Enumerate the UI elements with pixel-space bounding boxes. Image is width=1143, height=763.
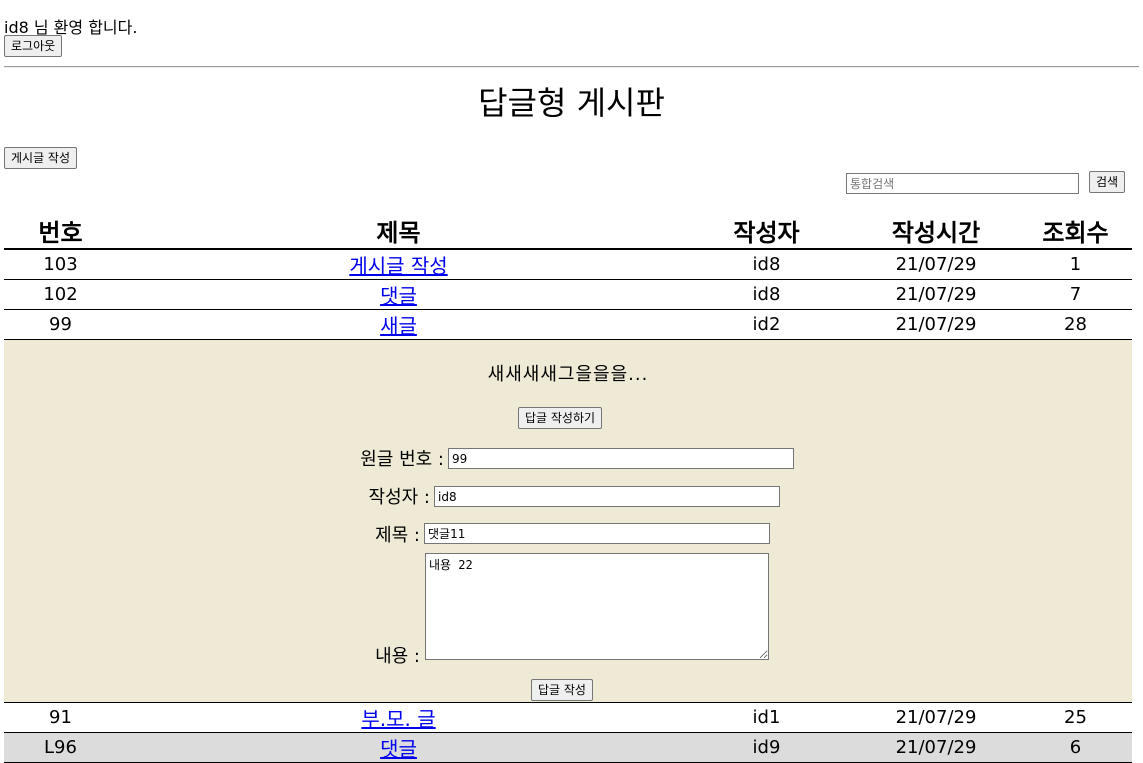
row-views: 25: [1019, 702, 1132, 733]
post-title-link[interactable]: 새글: [380, 314, 417, 338]
board-table: 번호 제목 작성자 작성시간 조회수 103 게시글 작성 id8 21/07/…: [4, 212, 1132, 763]
column-header-number: 번호: [4, 212, 117, 250]
search-input[interactable]: [846, 173, 1079, 194]
write-post-button[interactable]: 게시글 작성: [4, 147, 78, 169]
table-row: 103 게시글 작성 id8 21/07/29 1: [4, 249, 1132, 280]
open-reply-form-button[interactable]: 답글 작성하기: [518, 407, 603, 429]
row-author: id8: [680, 279, 853, 310]
post-title-link[interactable]: 댓글: [380, 737, 417, 761]
table-row: L96 댓글 id9 21/07/29 6: [4, 732, 1132, 763]
row-title-cell: 부.모. 글: [117, 702, 680, 733]
row-author: id9: [680, 732, 853, 763]
column-header-title: 제목: [117, 212, 680, 250]
parent-number-label: 원글 번호 :: [360, 449, 444, 470]
row-title-cell: 게시글 작성: [117, 249, 680, 280]
row-number: 103: [4, 249, 117, 280]
post-title-link[interactable]: 부.모. 글: [361, 707, 435, 731]
row-date: 21/07/29: [853, 279, 1019, 310]
row-title-cell: 댓글: [117, 279, 680, 310]
row-number: L96: [4, 732, 117, 763]
row-number: 99: [4, 309, 117, 340]
row-title-cell: 새글: [117, 309, 680, 340]
expanded-post-cell: 새새새새그을을을... 답글 작성하기 원글 번호 : 작성자 : 제목 : 내…: [4, 339, 1132, 703]
row-author: id1: [680, 702, 853, 733]
row-views: 1: [1019, 249, 1132, 280]
author-label: 작성자 :: [368, 487, 430, 508]
table-header-row: 번호 제목 작성자 작성시간 조회수: [4, 212, 1132, 250]
row-date: 21/07/29: [853, 732, 1019, 763]
expanded-post-row: 새새새새그을을을... 답글 작성하기 원글 번호 : 작성자 : 제목 : 내…: [4, 339, 1132, 703]
row-views: 6: [1019, 732, 1132, 763]
row-views: 28: [1019, 309, 1132, 340]
row-date: 21/07/29: [853, 249, 1019, 280]
table-row: 91 부.모. 글 id1 21/07/29 25: [4, 702, 1132, 733]
parent-number-field[interactable]: [448, 448, 794, 469]
row-author: id8: [680, 249, 853, 280]
table-row: 102 댓글 id8 21/07/29 7: [4, 279, 1132, 310]
row-date: 21/07/29: [853, 309, 1019, 340]
row-number: 91: [4, 702, 117, 733]
row-title-cell: 댓글: [117, 732, 680, 763]
row-author: id2: [680, 309, 853, 340]
page-title: 답글형 게시판: [478, 84, 665, 122]
divider: [4, 66, 1139, 68]
content-textarea[interactable]: 내용 22: [425, 553, 769, 660]
logout-button[interactable]: 로그아웃: [4, 35, 63, 57]
author-field[interactable]: [434, 486, 780, 507]
row-views: 7: [1019, 279, 1132, 310]
column-header-date: 작성시간: [853, 212, 1019, 250]
title-field[interactable]: [424, 523, 770, 544]
post-title-link[interactable]: 댓글: [380, 284, 417, 308]
content-label: 내용 :: [375, 646, 420, 667]
expanded-post-panel: 새새새새그을을을... 답글 작성하기 원글 번호 : 작성자 : 제목 : 내…: [4, 340, 1132, 702]
post-title-link[interactable]: 게시글 작성: [349, 254, 447, 278]
column-header-views: 조회수: [1019, 212, 1132, 250]
search-button[interactable]: 검색: [1089, 171, 1126, 193]
table-row: 99 새글 id2 21/07/29 28: [4, 309, 1132, 340]
column-header-author: 작성자: [680, 212, 853, 250]
title-label: 제목 :: [375, 525, 420, 546]
post-content: 새새새새그을을을...: [487, 364, 649, 385]
submit-reply-button[interactable]: 답글 작성: [531, 679, 593, 701]
row-date: 21/07/29: [853, 702, 1019, 733]
row-number: 102: [4, 279, 117, 310]
